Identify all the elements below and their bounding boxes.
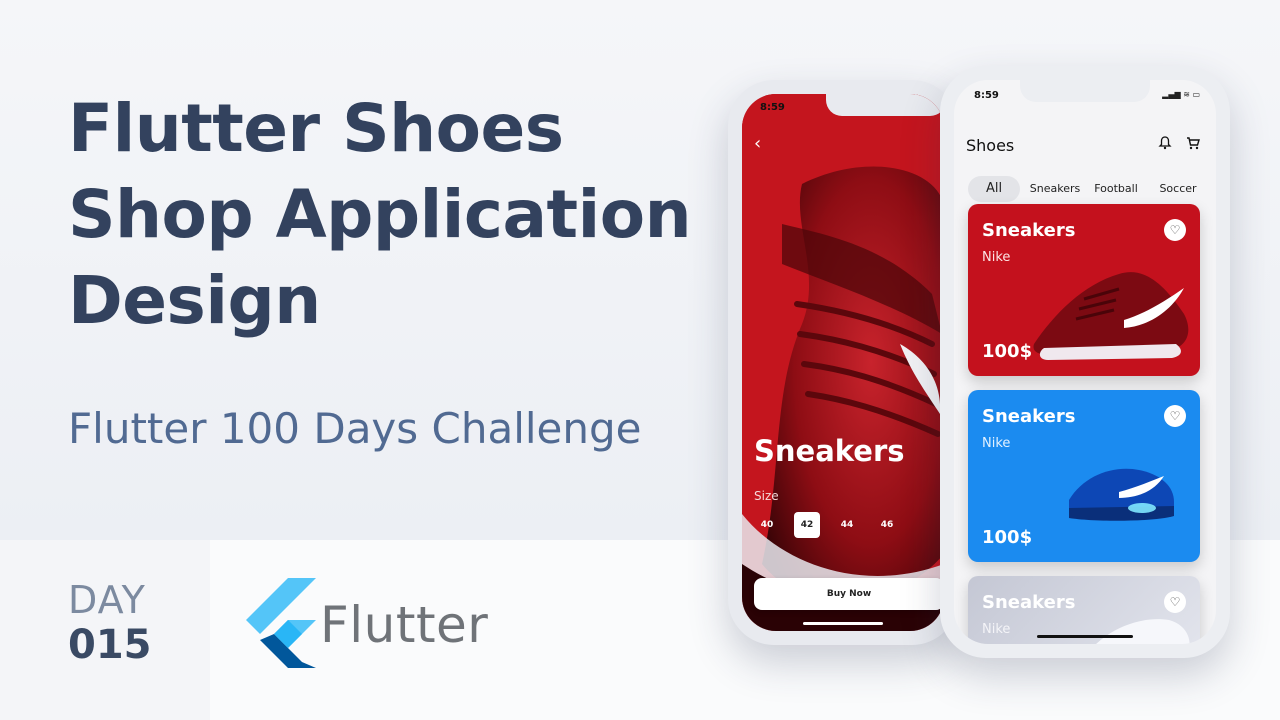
heart-icon[interactable]: ♡ [1164,405,1186,427]
back-arrow-icon[interactable]: ‹ [754,135,770,153]
detail-phone: 8:59 ‹ Sneakers Size 40 42 44 46 Buy Now [728,80,958,645]
home-indicator [1037,635,1133,638]
red-sneaker-image [1033,272,1189,360]
flutter-logo-icon [246,578,316,668]
buy-now-button[interactable]: Buy Now [754,578,944,610]
size-option[interactable]: 40 [754,512,780,538]
screen-title: Shoes [966,136,1015,155]
product-title: Sneakers [754,434,905,468]
card-brand: Nike [982,436,1011,451]
wifi-icon: ≋ [1183,90,1190,99]
headline: Flutter Shoes Shop Application Design [68,86,708,344]
list-phone: 8:59 ▂▄▆ ≋ ▭ Shoes All Sneakers Football… [940,66,1230,658]
home-indicator [803,622,883,625]
list-screen: 8:59 ▂▄▆ ≋ ▭ Shoes All Sneakers Football… [954,80,1216,644]
cart-icon[interactable] [1186,136,1200,150]
product-card[interactable]: Sneakers Nike ♡ [968,576,1200,644]
size-label: Size [754,489,779,503]
headline-line-2: Shop Application [68,176,692,253]
card-title: Sneakers [982,592,1076,613]
tab-sneakers[interactable]: Sneakers [1026,176,1084,202]
tab-football[interactable]: Football [1090,176,1142,202]
product-card[interactable]: Sneakers Nike 100$ ♡ [968,204,1200,376]
signal-icon: ▂▄▆ [1162,90,1181,99]
tab-all[interactable]: All [968,176,1020,202]
card-title: Sneakers [982,406,1076,427]
day-label: DAY [68,578,146,622]
headline-line-3: Design [68,262,321,339]
blue-sneaker-image [1069,468,1174,521]
card-brand: Nike [982,622,1011,637]
day-number: 015 [68,622,152,668]
flutter-wordmark: Flutter [320,596,489,654]
battery-icon: ▭ [1192,90,1200,99]
product-card[interactable]: Sneakers Nike 100$ ♡ [968,390,1200,562]
card-title: Sneakers [982,220,1076,241]
notch [826,94,944,116]
status-time: 8:59 [974,90,999,101]
size-option[interactable]: 44 [834,512,860,538]
status-time: 8:59 [760,102,785,113]
notch [1020,80,1150,102]
card-price: 100$ [982,341,1033,362]
heart-icon[interactable]: ♡ [1164,591,1186,613]
size-selector: 40 42 44 46 [754,512,924,538]
status-icons: ▂▄▆ ≋ ▭ [1162,90,1200,99]
heart-icon[interactable]: ♡ [1164,219,1186,241]
category-tabs: All Sneakers Football Soccer [968,176,1208,202]
detail-screen: 8:59 ‹ Sneakers Size 40 42 44 46 Buy Now [742,94,944,631]
size-option[interactable]: 46 [874,512,900,538]
tab-soccer[interactable]: Soccer [1152,176,1204,202]
subtitle: Flutter 100 Days Challenge [68,404,642,453]
headline-line-1: Flutter Shoes [68,90,564,167]
bell-icon[interactable] [1158,136,1172,150]
sneaker-closeup-image [742,94,944,631]
card-brand: Nike [982,250,1011,265]
card-price: 100$ [982,527,1033,548]
size-option-selected[interactable]: 42 [794,512,820,538]
